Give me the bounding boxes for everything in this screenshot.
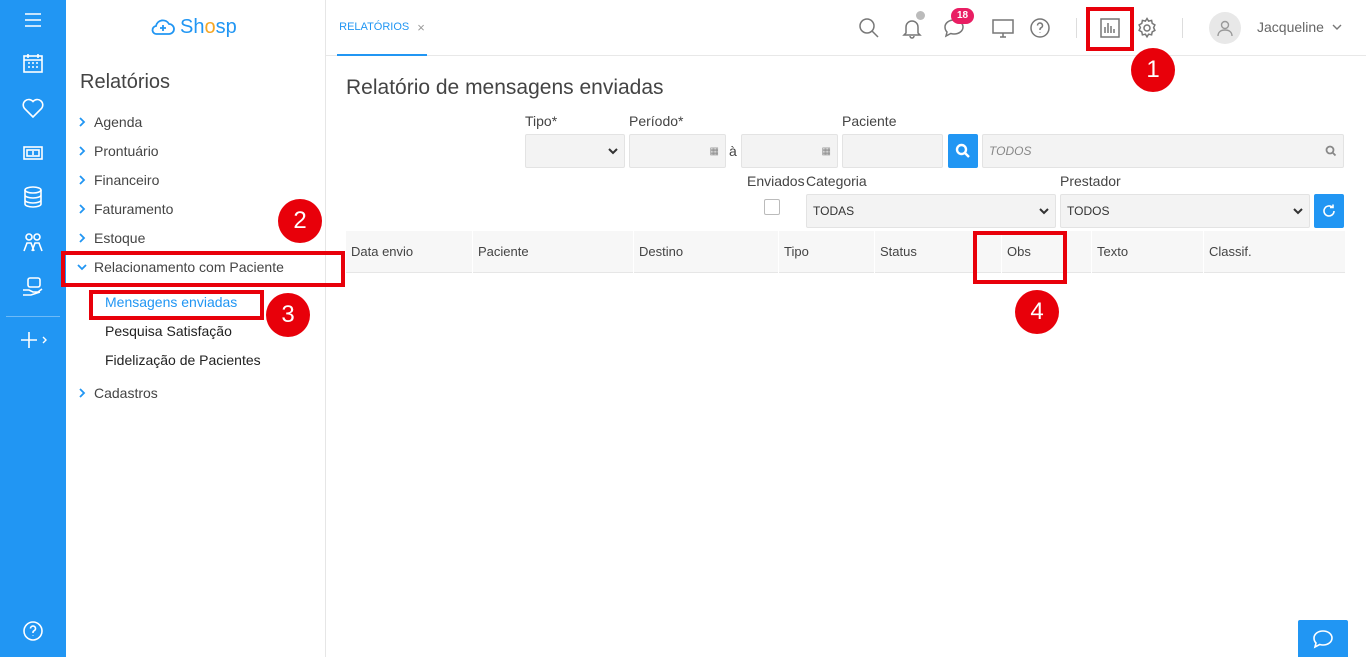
gear-icon[interactable] bbox=[1133, 14, 1161, 42]
chevron-down-icon bbox=[1039, 208, 1049, 215]
paciente-name-field[interactable]: TODOS bbox=[982, 134, 1344, 168]
refresh-icon bbox=[1323, 204, 1335, 217]
help-circle-icon[interactable] bbox=[1026, 14, 1054, 42]
tab-relatorios[interactable]: RELATÓRIOS × bbox=[337, 0, 427, 56]
chat-icon bbox=[1313, 629, 1333, 649]
paciente-label: Paciente bbox=[842, 113, 897, 129]
annotation-box-4 bbox=[973, 231, 1067, 284]
logo-text: Shosp bbox=[180, 15, 237, 38]
heart-icon[interactable] bbox=[0, 88, 66, 128]
chevron-right-icon bbox=[74, 172, 90, 188]
user-menu[interactable]: Jacqueline bbox=[1257, 19, 1342, 35]
tab-close-icon[interactable]: × bbox=[417, 20, 425, 35]
chevron-right-icon bbox=[74, 143, 90, 159]
paciente-placeholder: TODOS bbox=[989, 144, 1032, 158]
username: Jacqueline bbox=[1257, 19, 1324, 35]
sidebar-item-cadastros[interactable]: Cadastros bbox=[74, 382, 158, 404]
sidebar-item-faturamento[interactable]: Faturamento bbox=[74, 198, 173, 220]
annotation-number-1: 1 bbox=[1131, 48, 1175, 92]
help-icon[interactable] bbox=[0, 611, 66, 651]
search-icon[interactable] bbox=[855, 14, 883, 42]
column-header-data-envio[interactable]: Data envio bbox=[346, 231, 472, 273]
enviados-label: Enviados bbox=[747, 173, 805, 189]
chevron-down-icon bbox=[1293, 208, 1303, 215]
logo-cloud-icon bbox=[151, 19, 175, 35]
left-rail bbox=[0, 0, 66, 657]
divider bbox=[1182, 18, 1183, 38]
table-header: Data envio Paciente Destino Tipo Status … bbox=[346, 231, 1345, 273]
page-title: Relatório de mensagens enviadas bbox=[346, 76, 664, 99]
sidebar-item-financeiro[interactable]: Financeiro bbox=[74, 169, 159, 191]
top-bar: RELATÓRIOS × 18 Jacqueline bbox=[326, 0, 1366, 56]
hand-care-icon[interactable] bbox=[0, 267, 66, 307]
tipo-select[interactable] bbox=[525, 134, 625, 168]
categoria-label: Categoria bbox=[806, 173, 867, 189]
refresh-button[interactable] bbox=[1314, 194, 1344, 228]
tipo-label: Tipo* bbox=[525, 113, 558, 129]
annotation-box-2 bbox=[61, 251, 345, 287]
sidebar-item-label: Cadastros bbox=[94, 385, 158, 401]
column-header-classif[interactable]: Classif. bbox=[1203, 231, 1345, 273]
search-icon bbox=[1325, 145, 1337, 157]
calendar-icon: ▦ bbox=[821, 145, 831, 157]
divider bbox=[1076, 18, 1077, 38]
sidebar-title: Relatórios bbox=[80, 71, 171, 93]
plus-icon[interactable] bbox=[0, 320, 66, 360]
paciente-code-field[interactable] bbox=[842, 134, 943, 168]
sidebar-item-prontuario[interactable]: Prontuário bbox=[74, 140, 159, 162]
annotation-box-3 bbox=[89, 290, 264, 320]
calendar-icon[interactable] bbox=[0, 43, 66, 83]
sidebar-item-label: Agenda bbox=[94, 114, 143, 130]
sidebar-item-label: Faturamento bbox=[94, 201, 174, 217]
annotation-number-4: 4 bbox=[1015, 290, 1059, 334]
sidebar-item-label: Financeiro bbox=[94, 172, 160, 188]
prestador-label: Prestador bbox=[1060, 173, 1121, 189]
chevron-down-icon bbox=[608, 148, 618, 155]
avatar[interactable] bbox=[1209, 12, 1241, 44]
messages-badge: 18 bbox=[951, 8, 975, 24]
column-header-texto[interactable]: Texto bbox=[1091, 231, 1208, 273]
chevron-down-icon bbox=[1332, 24, 1342, 30]
chevron-right-icon bbox=[74, 230, 90, 246]
categoria-select[interactable]: TODAS bbox=[806, 194, 1056, 228]
prestador-select[interactable]: TODOS bbox=[1060, 194, 1310, 228]
chevron-right-icon bbox=[74, 114, 90, 130]
annotation-number-3: 3 bbox=[266, 293, 310, 337]
people-icon[interactable] bbox=[0, 222, 66, 262]
column-header-destino[interactable]: Destino bbox=[633, 231, 778, 273]
chat-button[interactable] bbox=[1298, 620, 1348, 657]
subitem-pesquisa-satisfacao[interactable]: Pesquisa Satisfação bbox=[105, 321, 232, 341]
monitor-icon[interactable] bbox=[989, 14, 1017, 42]
money-icon[interactable] bbox=[0, 133, 66, 173]
chevron-right-icon bbox=[74, 201, 90, 217]
rail-divider bbox=[6, 316, 60, 317]
database-icon[interactable] bbox=[0, 177, 66, 217]
subitem-fidelizacao-pacientes[interactable]: Fidelização de Pacientes bbox=[105, 350, 261, 370]
menu-icon[interactable] bbox=[0, 0, 66, 40]
sidebar-item-label: Prontuário bbox=[94, 143, 159, 159]
categoria-value: TODAS bbox=[813, 204, 855, 218]
periodo-separator: à bbox=[729, 143, 737, 159]
periodo-end-field[interactable]: ▦ bbox=[741, 134, 838, 168]
column-header-paciente[interactable]: Paciente bbox=[472, 231, 633, 273]
prestador-value: TODOS bbox=[1067, 204, 1110, 218]
sidebar-item-label: Estoque bbox=[94, 230, 146, 246]
enviados-checkbox[interactable] bbox=[764, 199, 780, 215]
annotation-number-2: 2 bbox=[278, 199, 322, 243]
periodo-start-field[interactable]: ▦ bbox=[629, 134, 726, 168]
chevron-right-icon bbox=[74, 385, 90, 401]
search-icon bbox=[955, 143, 970, 158]
app-root: Shosp Relatórios Agenda Prontuário Finan… bbox=[0, 0, 1366, 657]
column-header-tipo[interactable]: Tipo bbox=[778, 231, 874, 273]
sidebar-item-agenda[interactable]: Agenda bbox=[74, 111, 142, 133]
periodo-label: Período* bbox=[629, 113, 684, 129]
shosp-logo[interactable]: Shosp bbox=[150, 13, 237, 41]
sidebar-item-estoque[interactable]: Estoque bbox=[74, 227, 145, 249]
annotation-box-1 bbox=[1086, 7, 1134, 51]
notification-dot bbox=[916, 11, 925, 20]
calendar-icon: ▦ bbox=[709, 145, 719, 157]
paciente-search-button[interactable] bbox=[948, 134, 978, 168]
tab-label: RELATÓRIOS bbox=[339, 21, 410, 33]
